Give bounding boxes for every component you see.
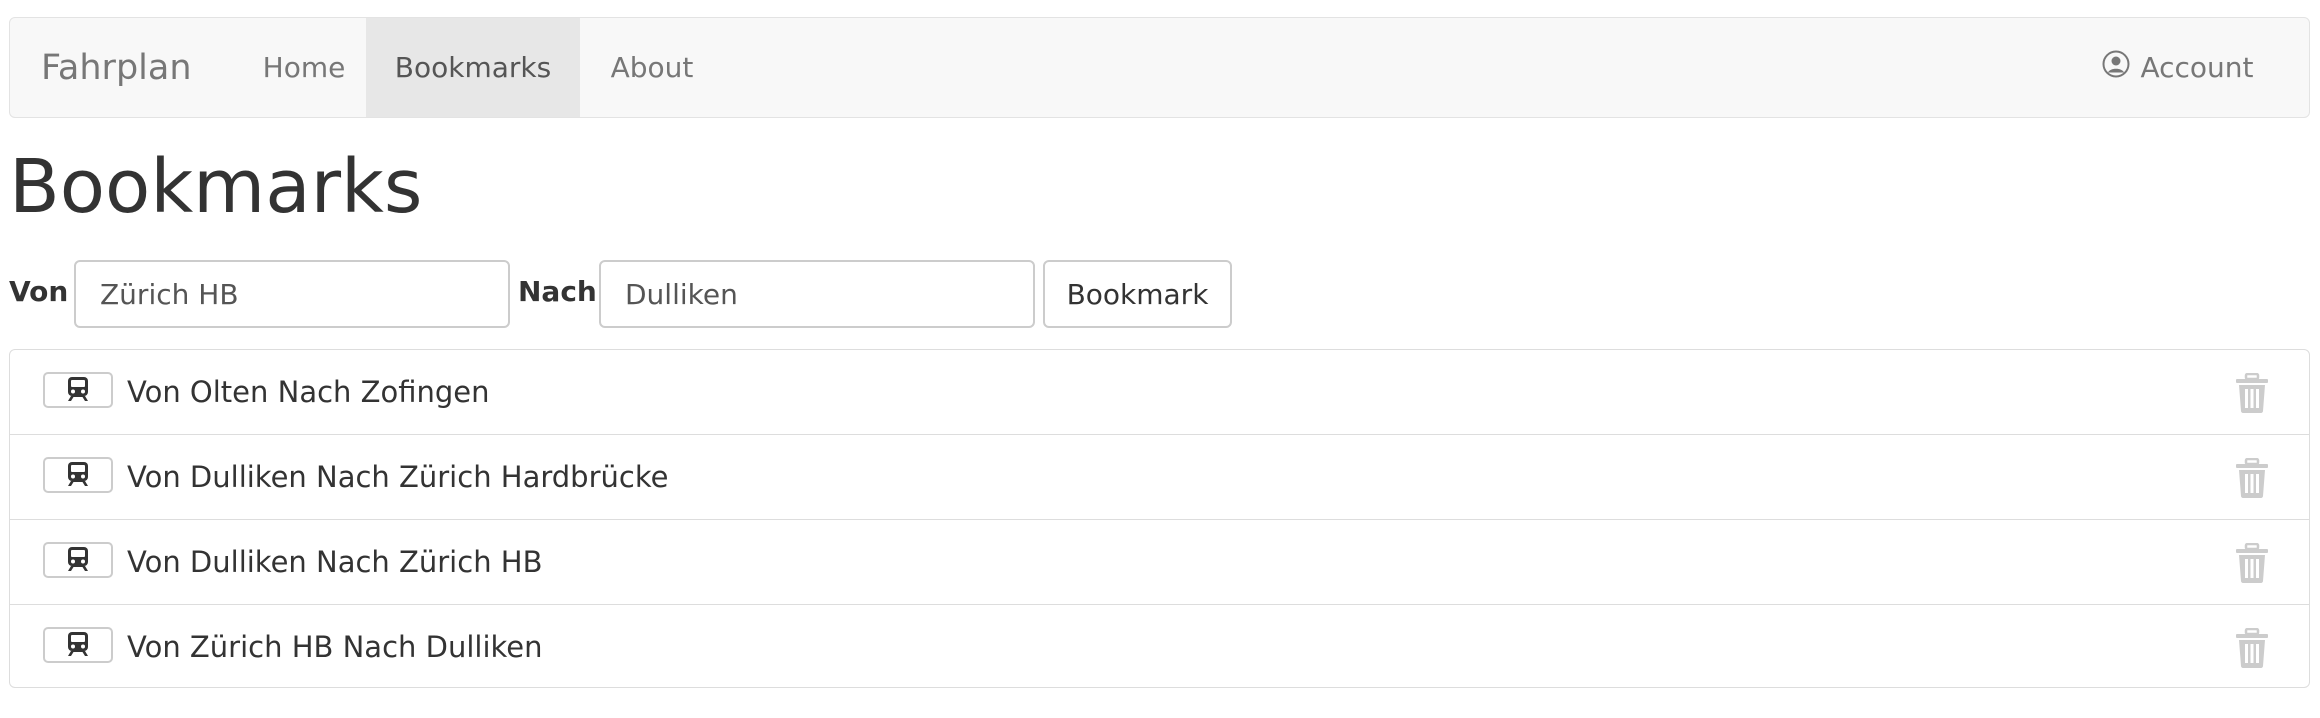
trash-icon[interactable]	[2234, 372, 2270, 413]
nav-about[interactable]: About	[580, 18, 724, 117]
nav-bookmarks[interactable]: Bookmarks	[366, 18, 580, 117]
nav-home[interactable]: Home	[236, 18, 372, 117]
list-item: Von Zürich HB Nach Dulliken	[10, 604, 2309, 687]
train-button[interactable]	[43, 627, 113, 663]
bookmark-label[interactable]: Von Zürich HB Nach Dulliken	[127, 605, 543, 687]
bookmark-label[interactable]: Von Dulliken Nach Zürich Hardbrücke	[127, 435, 668, 518]
user-circle-icon	[2102, 50, 2130, 85]
train-icon	[66, 376, 90, 405]
navbar: Fahrplan Home Bookmarks About Account	[9, 17, 2310, 118]
von-label: Von	[9, 275, 69, 308]
train-button[interactable]	[43, 457, 113, 493]
trash-icon[interactable]	[2234, 627, 2270, 668]
list-item: Von Olten Nach Zofingen	[10, 350, 2309, 434]
list-item: Von Dulliken Nach Zürich HB	[10, 519, 2309, 603]
trash-icon[interactable]	[2234, 457, 2270, 498]
trash-icon[interactable]	[2234, 542, 2270, 583]
bookmark-label[interactable]: Von Olten Nach Zofingen	[127, 350, 490, 434]
list-item: Von Dulliken Nach Zürich Hardbrücke	[10, 434, 2309, 518]
page-title: Bookmarks	[9, 144, 423, 230]
nach-input[interactable]	[599, 260, 1035, 328]
train-button[interactable]	[43, 542, 113, 578]
train-button[interactable]	[43, 372, 113, 408]
nav-account[interactable]: Account	[2078, 18, 2278, 117]
bookmark-list: Von Olten Nach Zofingen Von Dulliken Nac…	[9, 349, 2310, 688]
brand-link[interactable]: Fahrplan	[41, 18, 192, 117]
nach-label: Nach	[518, 275, 597, 308]
train-icon	[66, 461, 90, 490]
train-icon	[66, 546, 90, 575]
account-label: Account	[2140, 51, 2254, 84]
bookmark-label[interactable]: Von Dulliken Nach Zürich HB	[127, 520, 543, 603]
train-icon	[66, 631, 90, 660]
bookmark-button[interactable]: Bookmark	[1043, 260, 1232, 328]
von-input[interactable]	[74, 260, 510, 328]
